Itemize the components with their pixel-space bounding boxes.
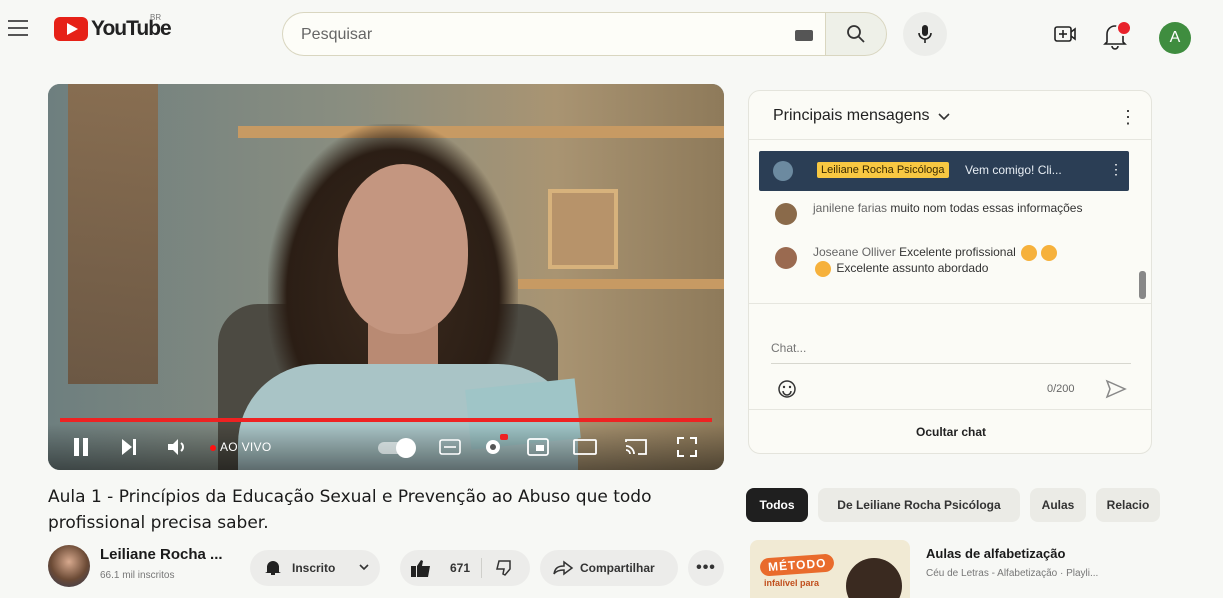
search-box <box>282 12 830 56</box>
player-controls: AO VIVO <box>48 424 724 470</box>
notification-badge <box>1116 20 1132 36</box>
progress-fill <box>60 418 712 422</box>
share-icon <box>553 560 574 576</box>
clap-emoji-icon <box>1041 245 1058 261</box>
chip-aulas[interactable]: Aulas <box>1030 488 1086 522</box>
pinned-message[interactable]: Leiliane Rocha Psicóloga Vem comigo! Cli… <box>759 151 1129 191</box>
dislike-icon[interactable] <box>496 559 516 577</box>
presenter-face <box>338 164 468 334</box>
chat-scrollbar[interactable] <box>1139 271 1146 299</box>
subscribe-label: Inscrito <box>292 561 336 575</box>
create-button[interactable] <box>1053 22 1081 50</box>
more-actions-button[interactable]: ••• <box>688 550 724 586</box>
thumbnail-subtitle: infalível para <box>764 578 820 588</box>
volume-icon[interactable] <box>166 436 188 458</box>
chip-related[interactable]: Relacio <box>1096 488 1160 522</box>
channel-name[interactable]: Leiliane Rocha ... <box>100 546 223 563</box>
channel-avatar[interactable] <box>48 545 90 587</box>
autoplay-toggle[interactable] <box>378 438 416 458</box>
like-divider <box>481 558 482 578</box>
theater-mode-icon[interactable] <box>572 436 598 458</box>
account-avatar[interactable]: A <box>1159 22 1191 54</box>
hide-chat-button[interactable]: Ocultar chat <box>749 425 1151 439</box>
clap-emoji-icon <box>815 261 831 277</box>
pinned-more-icon[interactable]: ⋮ <box>1109 161 1123 178</box>
hd-badge <box>500 434 508 440</box>
background-shelf-lower <box>518 279 724 289</box>
chat-author: janilene farias <box>813 201 888 215</box>
recommended-thumbnail[interactable]: MÉTODO infalível para <box>750 540 910 598</box>
chat-mode-selector[interactable]: Principais mensagens <box>773 107 950 125</box>
thumbnail-badge: MÉTODO <box>759 553 835 577</box>
subscriber-count: 66.1 mil inscritos <box>100 570 175 581</box>
char-counter: 0/200 <box>1047 383 1075 395</box>
like-dislike-group: 671 <box>400 550 530 586</box>
chat-input-underline <box>771 363 1131 364</box>
create-video-icon <box>1054 26 1076 42</box>
send-icon[interactable] <box>1105 379 1127 399</box>
youtube-play-icon <box>54 17 88 41</box>
next-icon[interactable] <box>120 436 138 458</box>
progress-bar[interactable] <box>60 418 712 422</box>
chat-divider <box>749 409 1151 410</box>
pinned-author: Leiliane Rocha Psicóloga <box>817 162 949 178</box>
menu-icon[interactable] <box>8 20 28 38</box>
miniplayer-icon[interactable] <box>526 436 550 458</box>
live-chat-panel: Principais mensagens ⋮ Leiliane Rocha Ps… <box>748 90 1152 454</box>
chat-author-avatar <box>775 247 797 269</box>
chat-text: muito nom todas essas informações <box>890 201 1083 215</box>
chip-all[interactable]: Todos <box>746 488 808 522</box>
subscribed-button[interactable]: Inscrito <box>250 550 380 586</box>
like-icon[interactable] <box>410 558 432 578</box>
like-count: 671 <box>450 561 471 575</box>
chevron-down-icon <box>359 564 369 571</box>
youtube-logo[interactable]: YouTube BR <box>54 13 172 44</box>
background-lamp <box>68 84 158 384</box>
recommended-meta: Céu de Letras - Alfabetização · Playli..… <box>926 568 1099 579</box>
region-code: BR <box>150 13 162 22</box>
pause-icon[interactable] <box>72 436 90 458</box>
chat-text-continued: Excelente assunto abordado <box>836 261 989 276</box>
chat-message: janilene farias muito nom todas essas in… <box>775 201 1105 225</box>
fullscreen-icon[interactable] <box>676 436 698 458</box>
chat-divider <box>749 303 1151 304</box>
voice-search-button[interactable] <box>903 12 947 56</box>
share-button[interactable]: Compartilhar <box>540 550 678 586</box>
search-button[interactable] <box>825 12 887 56</box>
chat-author: Joseane Olliver <box>813 245 896 260</box>
background-frame <box>548 189 618 269</box>
keyboard-icon[interactable] <box>795 30 813 41</box>
top-bar: YouTube BR A <box>0 0 1223 70</box>
chip-channel[interactable]: De Leiliane Rocha Psicóloga <box>818 488 1020 522</box>
chat-divider <box>749 139 1151 140</box>
chat-more-icon[interactable]: ⋮ <box>1119 107 1137 128</box>
live-indicator-dot <box>210 445 216 451</box>
cast-icon[interactable] <box>624 436 648 458</box>
emoji-picker-icon[interactable] <box>777 379 797 399</box>
notifications-button[interactable] <box>1100 18 1134 52</box>
bell-icon <box>265 561 281 575</box>
chat-message: Joseane Olliver Excelente profissional E… <box>775 245 1105 277</box>
chat-header-label: Principais mensagens <box>773 107 930 124</box>
search-input[interactable] <box>301 23 781 47</box>
chevron-down-icon <box>938 113 950 121</box>
clap-emoji-icon <box>1021 245 1038 261</box>
pinned-text: Vem comigo! Cli... <box>965 163 1062 177</box>
pinned-author-avatar <box>773 161 793 181</box>
search-icon <box>847 25 865 43</box>
chat-input[interactable] <box>771 341 1131 355</box>
recommended-title[interactable]: Aulas de alfabetização <box>926 546 1065 561</box>
video-title: Aula 1 - Princípios da Educação Sexual e… <box>48 487 652 533</box>
share-label: Compartilhar <box>580 561 655 575</box>
subtitles-icon[interactable] <box>438 436 462 458</box>
live-label[interactable]: AO VIVO <box>220 440 271 454</box>
video-player[interactable]: AO VIVO <box>48 84 724 470</box>
chat-text: Excelente profissional <box>899 245 1016 260</box>
mic-icon <box>918 25 932 43</box>
chat-author-avatar <box>775 203 797 225</box>
thumbnail-person <box>846 558 902 598</box>
